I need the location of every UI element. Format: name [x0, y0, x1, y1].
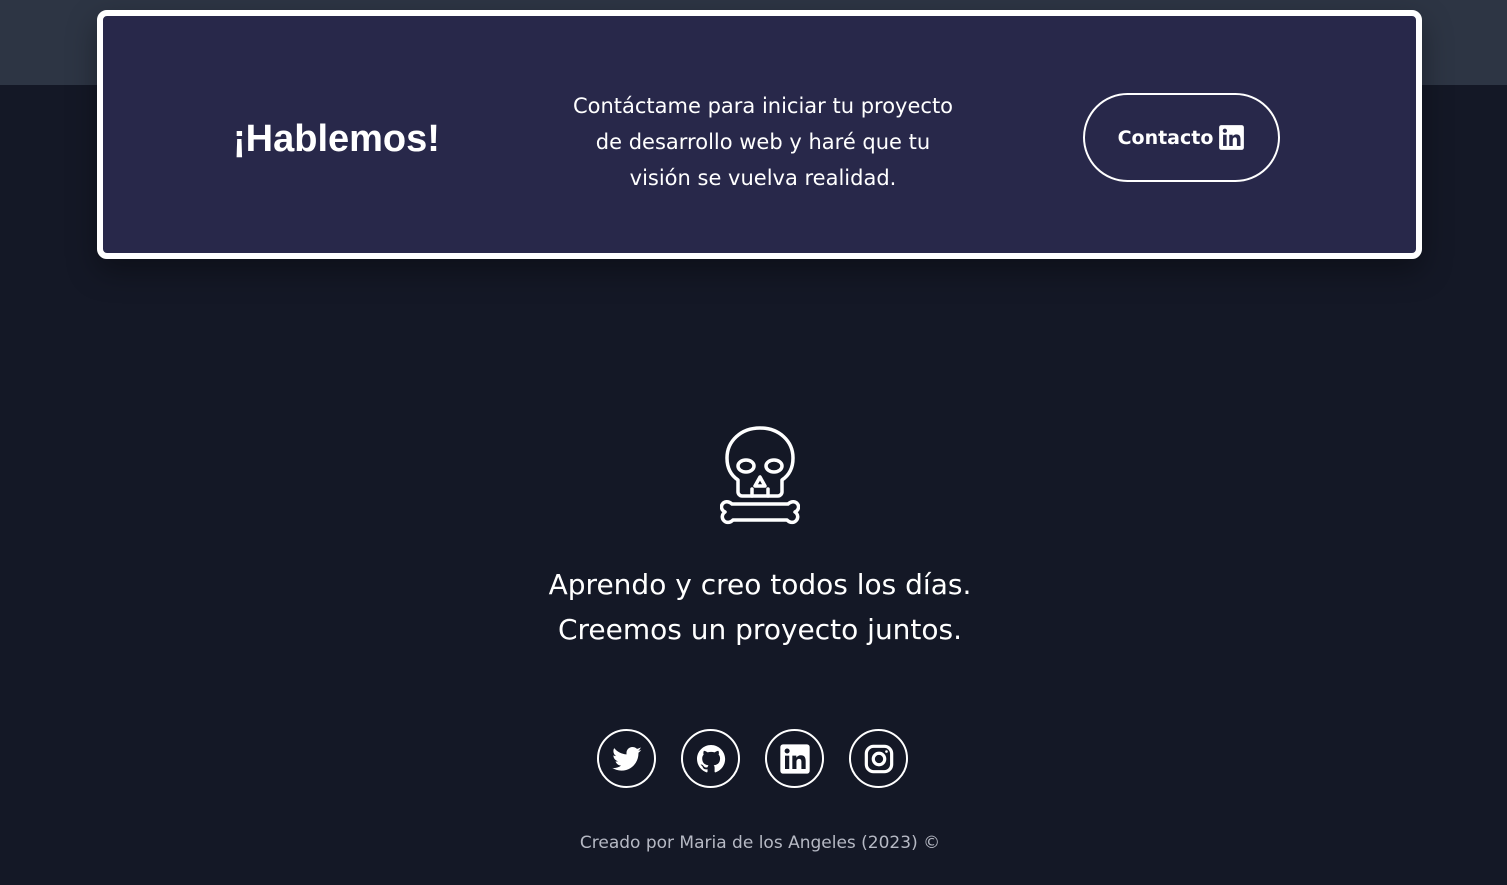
instagram-icon — [864, 744, 893, 773]
contact-cta-card: ¡Hablemos! Contáctame para iniciar tu pr… — [97, 10, 1422, 259]
skull-crossbones-icon — [719, 425, 801, 527]
contact-button[interactable]: Contacto — [1083, 93, 1280, 182]
github-link[interactable] — [681, 729, 740, 788]
tagline: Aprendo y creo todos los días. Creemos u… — [400, 562, 1120, 652]
social-links — [597, 729, 908, 788]
contact-button-label: Contacto — [1117, 126, 1214, 149]
tagline-line: Creemos un proyecto juntos. — [557, 613, 963, 646]
instagram-link[interactable] — [849, 729, 908, 788]
twitter-icon — [611, 746, 642, 771]
linkedin-icon — [1218, 124, 1245, 151]
linkedin-icon — [779, 743, 810, 774]
linkedin-link[interactable] — [765, 729, 824, 788]
tagline-line: Aprendo y creo todos los días. — [548, 568, 972, 601]
cta-description-line: Contáctame para iniciar tu proyecto — [572, 94, 954, 118]
footer-credit: Creado por Maria de los Angeles (2023) © — [579, 833, 941, 853]
twitter-link[interactable] — [597, 729, 656, 788]
cta-description: Contáctame para iniciar tu proyecto de d… — [553, 88, 973, 196]
cta-title: ¡Hablemos! — [233, 118, 440, 160]
github-icon — [696, 744, 725, 772]
cta-description-line: visión se vuelva realidad. — [629, 166, 897, 190]
cta-description-line: de desarrollo web y haré que tu — [595, 130, 931, 154]
